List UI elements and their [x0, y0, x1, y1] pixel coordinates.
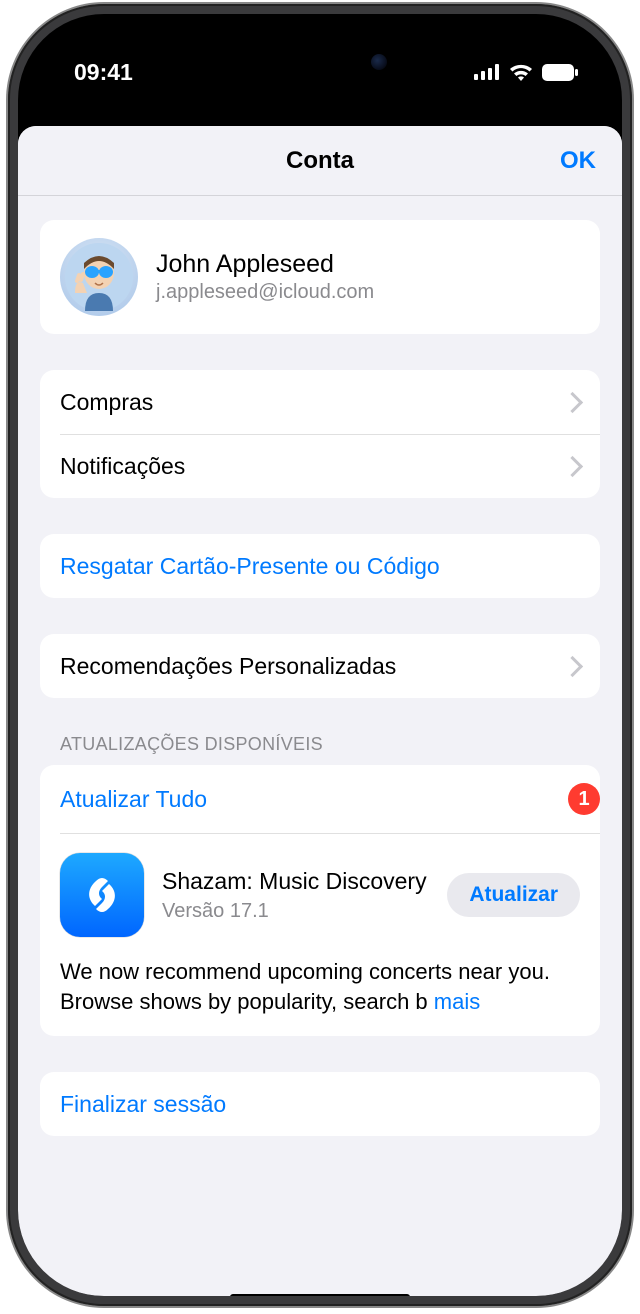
notifications-label: Notificações [60, 453, 185, 480]
app-update-row[interactable]: Shazam: Music Discovery Versão 17.1 Atua… [40, 833, 600, 957]
update-all-label: Atualizar Tudo [60, 786, 207, 813]
redeem-label: Resgatar Cartão-Presente ou Código [60, 553, 440, 580]
front-camera [371, 54, 387, 70]
purchases-label: Compras [60, 389, 153, 416]
profile-row[interactable]: John Appleseed j.appleseed@icloud.com [40, 220, 600, 334]
phone-frame: 09:41 Conta OK [8, 4, 632, 1306]
home-indicator[interactable] [230, 1294, 410, 1296]
sheet-header: Conta OK [18, 126, 622, 196]
update-button[interactable]: Atualizar [447, 873, 580, 917]
dynamic-island [235, 38, 405, 86]
personalized-label: Recomendações Personalizadas [60, 653, 396, 680]
wifi-icon [509, 63, 533, 81]
more-link[interactable]: mais [434, 989, 480, 1014]
ok-button[interactable]: OK [560, 147, 596, 175]
avatar [60, 238, 138, 316]
account-sheet: Conta OK [18, 126, 622, 1296]
menu-group-1: Compras Notificações [40, 370, 600, 498]
profile-name: John Appleseed [156, 250, 374, 279]
updates-section-header: Atualizações Disponíveis [40, 734, 600, 765]
app-info: Shazam: Music Discovery Versão 17.1 [162, 867, 429, 923]
app-icon-container [60, 853, 144, 937]
profile-email: j.appleseed@icloud.com [156, 281, 374, 304]
release-notes[interactable]: We now recommend upcoming concerts near … [40, 957, 600, 1036]
status-icons [474, 63, 578, 81]
shazam-icon [60, 853, 144, 937]
content: John Appleseed j.appleseed@icloud.com Co… [18, 220, 622, 1136]
updates-group: Atualizar Tudo 1 [40, 765, 600, 1036]
sheet-container: Conta OK [18, 126, 622, 1296]
personalized-group: Recomendações Personalizadas [40, 634, 600, 698]
updates-badge: 1 [568, 783, 600, 815]
app-name: Shazam: Music Discovery [162, 867, 429, 896]
status-time: 09:41 [74, 59, 133, 86]
redeem-group: Resgatar Cartão-Presente ou Código [40, 534, 600, 598]
updates-section: Atualizações Disponíveis Atualizar Tudo … [40, 734, 600, 1036]
purchases-row[interactable]: Compras [40, 370, 600, 434]
app-version: Versão 17.1 [162, 900, 429, 923]
notifications-row[interactable]: Notificações [40, 434, 600, 498]
profile-text: John Appleseed j.appleseed@icloud.com [156, 250, 374, 304]
update-all-row[interactable]: Atualizar Tudo 1 [40, 765, 600, 833]
signout-row[interactable]: Finalizar sessão [40, 1072, 600, 1136]
page-title: Conta [286, 147, 354, 175]
battery-icon [542, 64, 578, 81]
personalized-row[interactable]: Recomendações Personalizadas [40, 634, 600, 698]
signout-group: Finalizar sessão [40, 1072, 600, 1136]
phone-screen: 09:41 Conta OK [18, 14, 622, 1296]
profile-group: John Appleseed j.appleseed@icloud.com [40, 220, 600, 334]
redeem-row[interactable]: Resgatar Cartão-Presente ou Código [40, 534, 600, 598]
cellular-icon [474, 64, 500, 80]
signout-label: Finalizar sessão [60, 1091, 226, 1118]
